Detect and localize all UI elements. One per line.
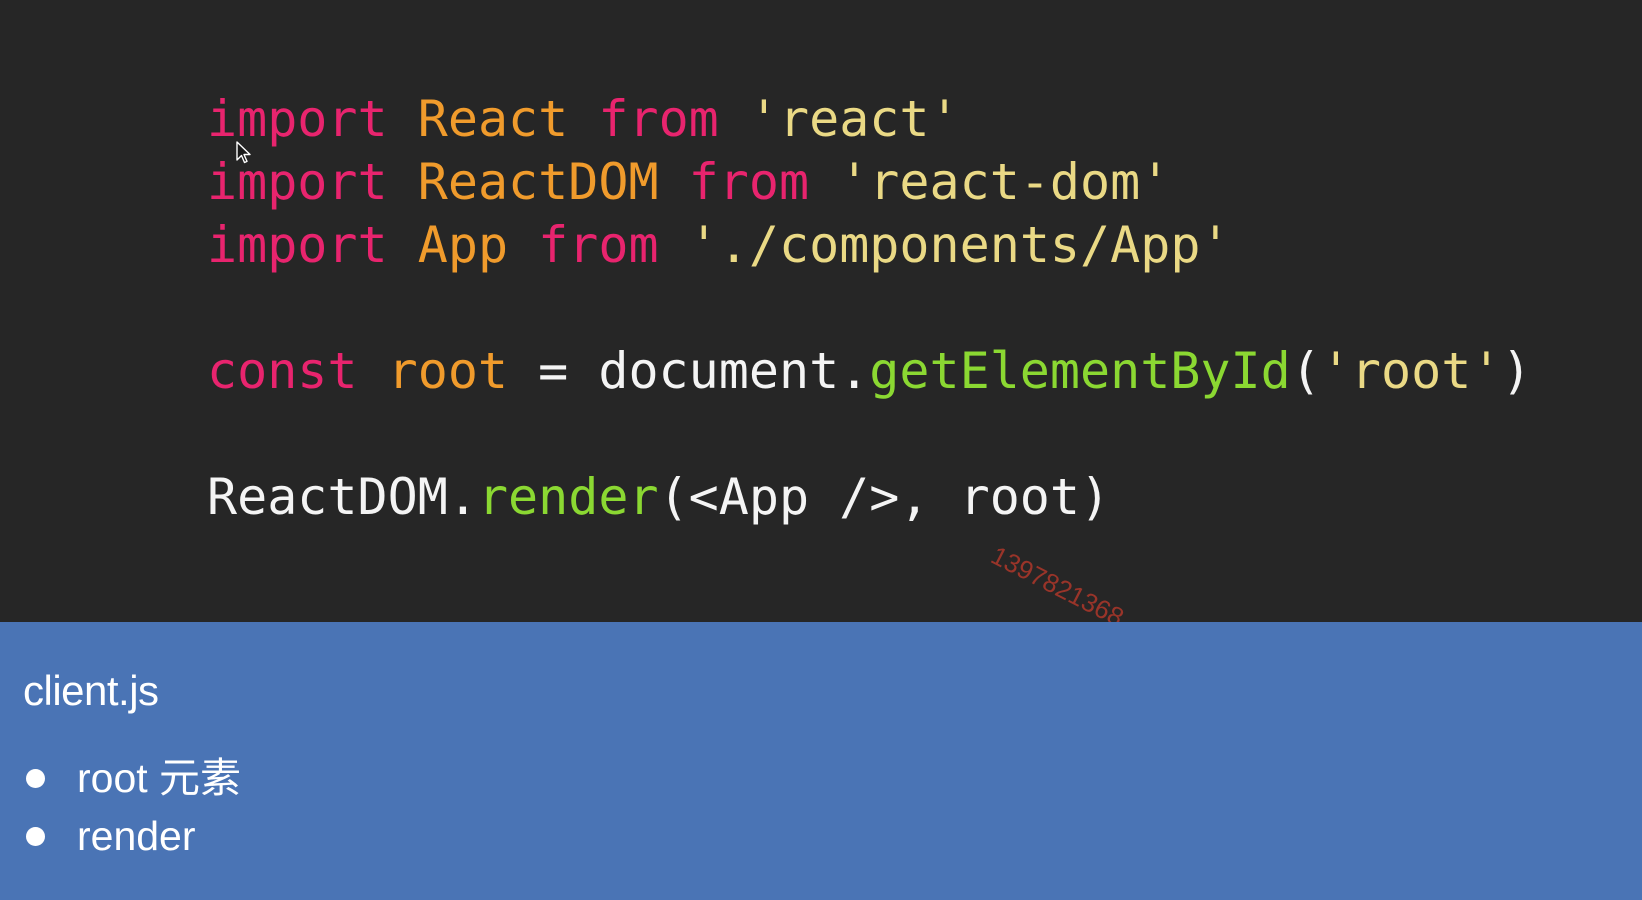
code-block: import React from 'react' import ReactDOM…: [207, 88, 1532, 529]
code-line: import App from './components/App': [207, 214, 1532, 277]
slide: import React from 'react' import ReactDOM…: [0, 0, 1642, 900]
code-token: getElementById: [869, 342, 1291, 400]
code-token: ReactDOM: [417, 153, 659, 211]
code-line: const root = document.getElementById('ro…: [207, 340, 1532, 403]
code-token: from: [688, 153, 810, 211]
code-line: import React from 'react': [207, 88, 1532, 151]
bullet-dot-icon: [26, 826, 45, 846]
code-token: React: [417, 90, 569, 148]
code-token: import: [207, 216, 388, 274]
code-token: root: [387, 342, 509, 400]
code-token: 'react': [748, 90, 960, 148]
list-item: root 元素: [26, 744, 241, 804]
code-token: 'react-dom': [839, 153, 1171, 211]
code-token: from: [598, 90, 719, 148]
file-title: client.js: [23, 667, 159, 714]
code-token: const: [207, 342, 358, 400]
code-token: = document.: [508, 342, 870, 400]
list-item: render: [26, 813, 196, 860]
code-area: import React from 'react' import ReactDOM…: [0, 0, 1642, 622]
code-token: (<App />, root): [658, 468, 1111, 526]
code-token: import: [207, 90, 388, 148]
list-item-label: root 元素: [77, 755, 242, 801]
code-token: import: [207, 153, 388, 211]
code-token: ): [1501, 342, 1532, 400]
code-token: ReactDOM.: [207, 468, 478, 526]
code-line: import ReactDOM from 'react-dom': [207, 151, 1532, 214]
code-line: ReactDOM.render(<App />, root): [207, 466, 1532, 529]
info-panel: [0, 622, 1642, 900]
bullet-dot-icon: [26, 768, 45, 788]
code-token: render: [477, 468, 659, 526]
code-token: 'root': [1320, 342, 1502, 400]
code-token: './components/App': [688, 216, 1231, 274]
code-token: (: [1290, 342, 1321, 400]
mouse-pointer-icon: [236, 141, 251, 164]
list-item-label: render: [77, 813, 196, 859]
code-token: from: [538, 216, 659, 274]
code-token: App: [417, 216, 509, 274]
